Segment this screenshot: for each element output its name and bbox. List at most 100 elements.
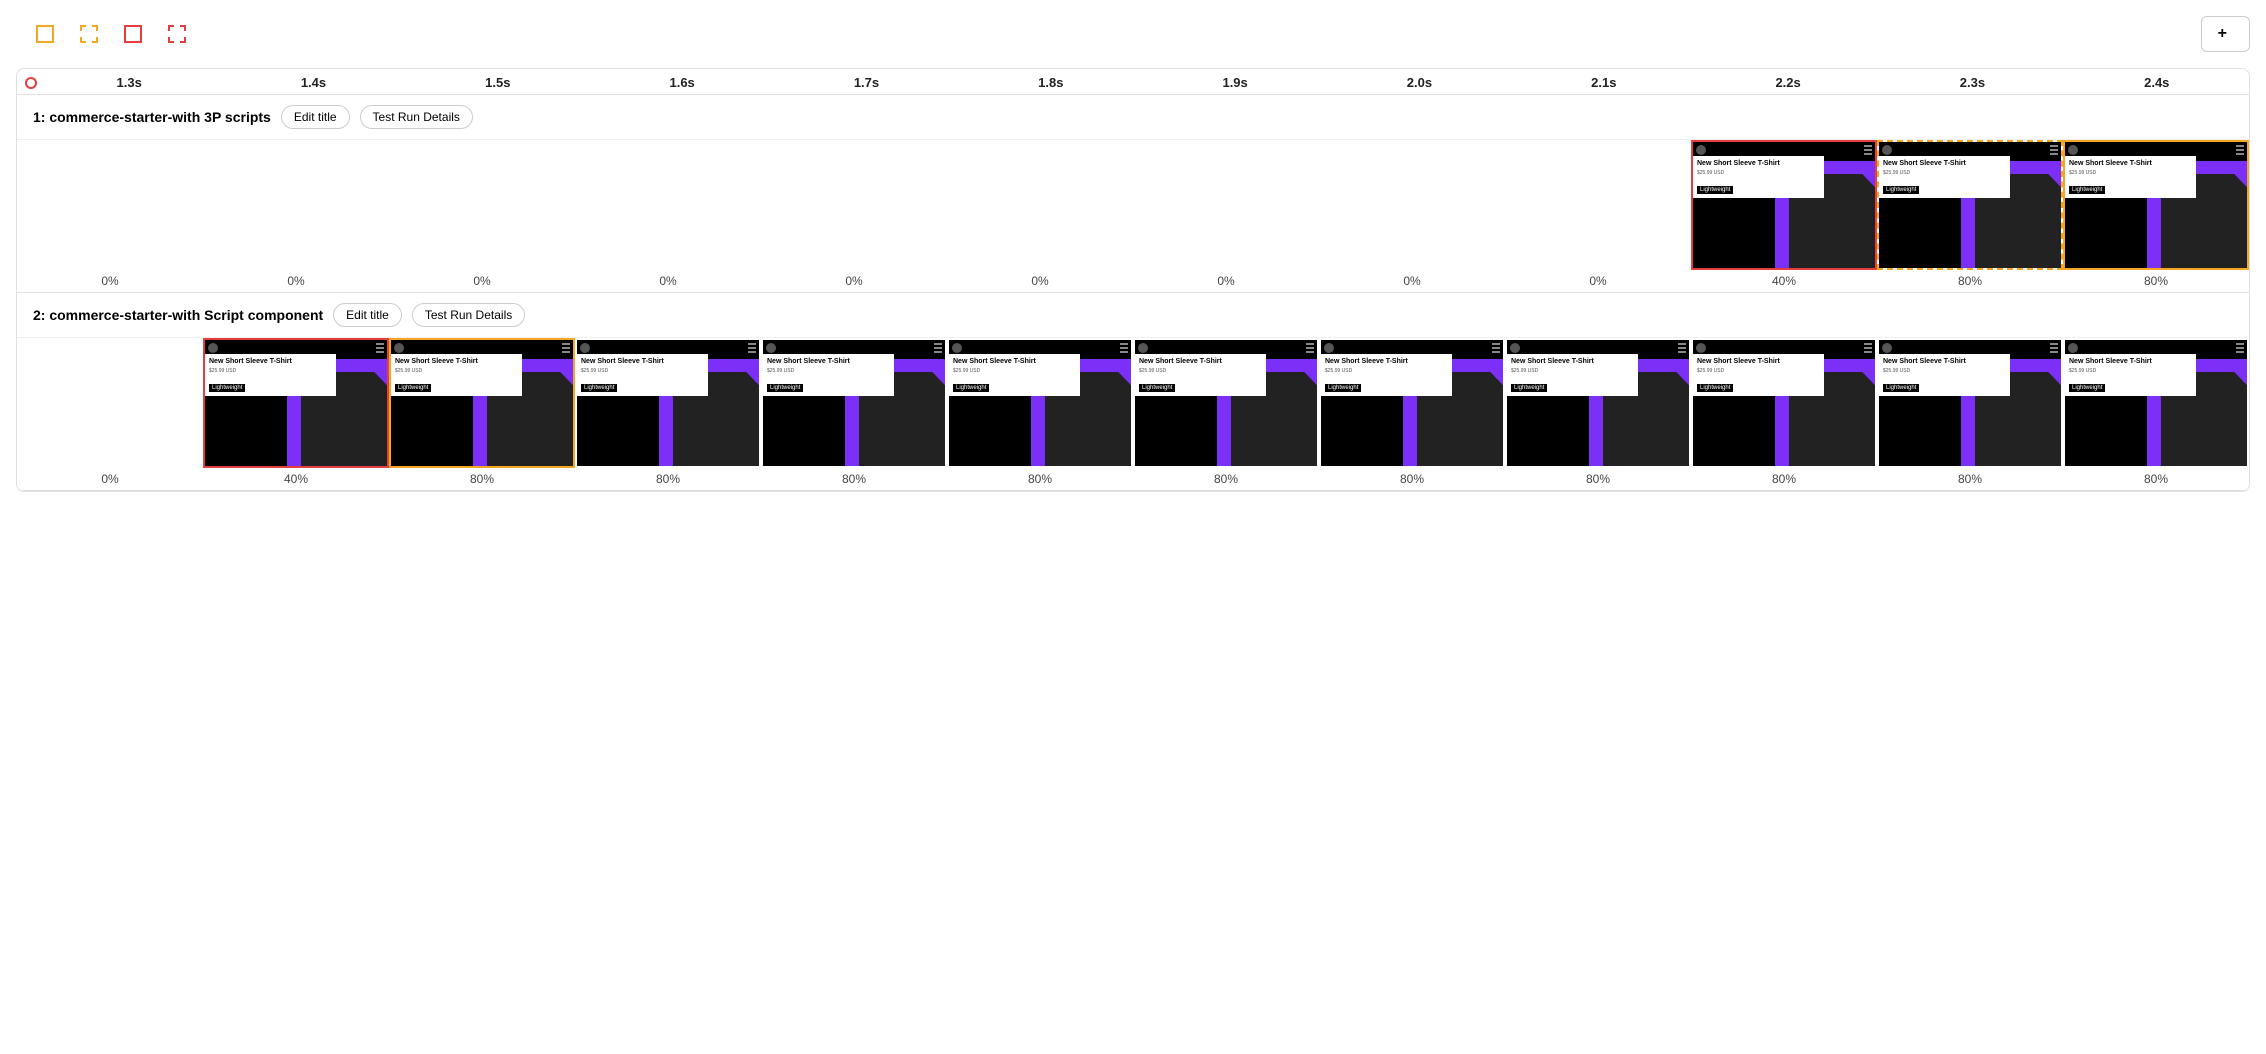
frame-cell-2-2: New Short Sleeve T-Shirt $25.99 USD Ligh…	[389, 338, 575, 490]
legend-item-lcp	[124, 25, 148, 43]
product-card: New Short Sleeve T-Shirt $25.99 USD Ligh…	[2065, 354, 2196, 396]
frame-cell-2-1: New Short Sleeve T-Shirt $25.99 USD Ligh…	[203, 338, 389, 490]
timeline-tick-2: 1.5s	[406, 75, 590, 90]
product-price: $25.99 USD	[1511, 368, 1634, 374]
product-card: New Short Sleeve T-Shirt $25.99 USD Ligh…	[391, 354, 522, 396]
product-title: New Short Sleeve T-Shirt	[209, 358, 332, 366]
product-price: $25.99 USD	[395, 368, 518, 374]
product-card: New Short Sleeve T-Shirt $25.99 USD Ligh…	[1135, 354, 1266, 396]
frame-content: New Short Sleeve T-Shirt $25.99 USD Ligh…	[391, 340, 573, 466]
frame-percent-1-4: 0%	[845, 270, 862, 292]
frame-thumb-2-3: New Short Sleeve T-Shirt $25.99 USD Ligh…	[575, 338, 761, 468]
product-card: New Short Sleeve T-Shirt $25.99 USD Ligh…	[2065, 156, 2196, 198]
frame-percent-2-7: 80%	[1400, 468, 1424, 490]
frame-top-icons	[952, 343, 1128, 353]
frame-thumb-1-5	[947, 140, 1133, 270]
frame-percent-2-4: 80%	[842, 468, 866, 490]
timeline-tick-11: 2.4s	[2065, 75, 2249, 90]
frame-icon-circle	[952, 343, 962, 353]
product-badge: Lightweight	[581, 384, 617, 392]
product-badge: Lightweight	[395, 384, 431, 392]
test-run-details-button-2[interactable]: Test Run Details	[412, 303, 525, 327]
frame-percent-1-9: 40%	[1772, 270, 1796, 292]
frame-content: New Short Sleeve T-Shirt $25.99 USD Ligh…	[1135, 340, 1317, 466]
product-price: $25.99 USD	[953, 368, 1076, 374]
product-card: New Short Sleeve T-Shirt $25.99 USD Ligh…	[205, 354, 336, 396]
filmstrip-container: 1.3s1.4s1.5s1.6s1.7s1.8s1.9s2.0s2.1s2.2s…	[16, 68, 2250, 492]
frame-content: New Short Sleeve T-Shirt $25.99 USD Ligh…	[763, 340, 945, 466]
adjust-filmstrip-button[interactable]: +	[2201, 16, 2250, 52]
product-title: New Short Sleeve T-Shirt	[1325, 358, 1448, 366]
timeline-tick-10: 2.3s	[1880, 75, 2064, 90]
product-badge: Lightweight	[1325, 384, 1361, 392]
frame-content: New Short Sleeve T-Shirt $25.99 USD Ligh…	[1879, 142, 2061, 268]
product-badge: Lightweight	[1697, 384, 1733, 392]
frame-thumb-1-7	[1319, 140, 1505, 270]
frame-icon-circle	[1882, 145, 1892, 155]
legend-icon-lcp	[124, 25, 142, 43]
frame-thumb-2-8: New Short Sleeve T-Shirt $25.99 USD Ligh…	[1505, 338, 1691, 468]
product-badge: Lightweight	[1139, 384, 1175, 392]
legend-item-lcp-layout-shift	[168, 25, 192, 43]
product-price: $25.99 USD	[1883, 170, 2006, 176]
product-badge: Lightweight	[2069, 384, 2105, 392]
frame-percent-1-3: 0%	[659, 270, 676, 292]
frame-cell-2-7: New Short Sleeve T-Shirt $25.99 USD Ligh…	[1319, 338, 1505, 490]
frame-percent-2-8: 80%	[1586, 468, 1610, 490]
frame-thumb-2-11: New Short Sleeve T-Shirt $25.99 USD Ligh…	[2063, 338, 2249, 468]
frame-top-icons	[1138, 343, 1314, 353]
frame-cell-2-0: 0%	[17, 338, 203, 490]
frame-content: New Short Sleeve T-Shirt $25.99 USD Ligh…	[1693, 340, 1875, 466]
timeline-tick-1: 1.4s	[221, 75, 405, 90]
frame-thumb-1-11: New Short Sleeve T-Shirt $25.99 USD Ligh…	[2063, 140, 2249, 270]
product-card: New Short Sleeve T-Shirt $25.99 USD Ligh…	[577, 354, 708, 396]
frame-icon-lines	[748, 343, 756, 353]
plus-icon: +	[2218, 25, 2227, 43]
product-badge: Lightweight	[209, 384, 245, 392]
product-badge: Lightweight	[1883, 384, 1919, 392]
product-price: $25.99 USD	[2069, 170, 2192, 176]
frame-icon-lines	[934, 343, 942, 353]
product-title: New Short Sleeve T-Shirt	[581, 358, 704, 366]
frame-icon-lines	[2050, 145, 2058, 155]
frame-percent-2-0: 0%	[101, 468, 118, 490]
frame-top-icons	[1882, 343, 2058, 353]
frame-icon-circle	[1510, 343, 1520, 353]
product-card: New Short Sleeve T-Shirt $25.99 USD Ligh…	[1693, 354, 1824, 396]
legend-icon-visual-change	[36, 25, 54, 43]
frame-icon-circle	[1138, 343, 1148, 353]
frame-thumb-1-2	[389, 140, 575, 270]
frame-cell-1-7: 0%	[1319, 140, 1505, 292]
edit-title-button-2[interactable]: Edit title	[333, 303, 402, 327]
legend-icon-lcp-layout-shift	[168, 25, 186, 43]
test-run-details-button-1[interactable]: Test Run Details	[360, 105, 473, 129]
product-title: New Short Sleeve T-Shirt	[1697, 358, 1820, 366]
product-price: $25.99 USD	[1325, 368, 1448, 374]
timeline-tick-4: 1.7s	[774, 75, 958, 90]
test-header-2: 2: commerce-starter-with Script componen…	[17, 293, 2249, 338]
frame-percent-1-2: 0%	[473, 270, 490, 292]
frame-percent-2-5: 80%	[1028, 468, 1052, 490]
edit-title-button-1[interactable]: Edit title	[281, 105, 350, 129]
product-badge: Lightweight	[1883, 186, 1919, 194]
frame-icon-circle	[1324, 343, 1334, 353]
frame-cell-1-3: 0%	[575, 140, 761, 292]
frame-cell-1-5: 0%	[947, 140, 1133, 292]
product-price: $25.99 USD	[767, 368, 890, 374]
frame-thumb-2-7: New Short Sleeve T-Shirt $25.99 USD Ligh…	[1319, 338, 1505, 468]
frame-cell-1-9: New Short Sleeve T-Shirt $25.99 USD Ligh…	[1691, 140, 1877, 292]
frame-top-icons	[1696, 343, 1872, 353]
timeline-tick-5: 1.8s	[959, 75, 1143, 90]
frame-icon-lines	[1492, 343, 1500, 353]
product-badge: Lightweight	[953, 384, 989, 392]
frame-icon-lines	[1678, 343, 1686, 353]
frame-thumb-1-8	[1505, 140, 1691, 270]
frame-cell-2-8: New Short Sleeve T-Shirt $25.99 USD Ligh…	[1505, 338, 1691, 490]
frame-thumb-1-1	[203, 140, 389, 270]
frame-icon-circle	[1882, 343, 1892, 353]
product-title: New Short Sleeve T-Shirt	[1139, 358, 1262, 366]
frame-content: New Short Sleeve T-Shirt $25.99 USD Ligh…	[1321, 340, 1503, 466]
frame-thumb-2-5: New Short Sleeve T-Shirt $25.99 USD Ligh…	[947, 338, 1133, 468]
frame-cell-2-9: New Short Sleeve T-Shirt $25.99 USD Ligh…	[1691, 338, 1877, 490]
frame-thumb-2-4: New Short Sleeve T-Shirt $25.99 USD Ligh…	[761, 338, 947, 468]
